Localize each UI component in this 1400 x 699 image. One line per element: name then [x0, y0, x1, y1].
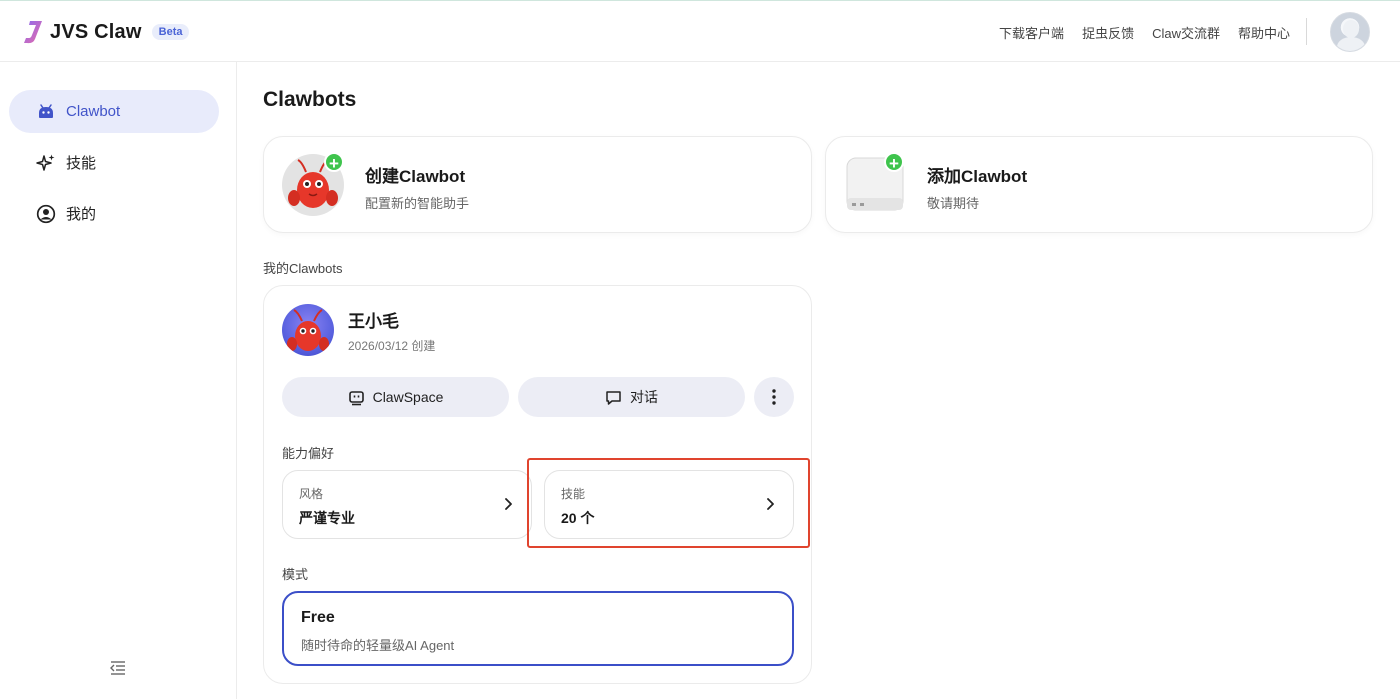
main-content: Clawbots + 创建Clawbot 配置新的智能助手 + 添加Clawbo…	[237, 62, 1400, 699]
user-avatar[interactable]	[1330, 12, 1370, 52]
pref-value: 20 个	[561, 510, 595, 526]
clawspace-button[interactable]: ClawSpace	[282, 377, 509, 417]
sidebar-item-skills[interactable]: 技能	[9, 141, 219, 184]
mode-heading: 模式	[282, 567, 309, 582]
mode-description: 随时待命的轻量级AI Agent	[301, 638, 455, 653]
clawbot-card: 王小毛 2026/03/12 创建 ClawSpace 对话 能力偏好 风格 严…	[263, 285, 812, 684]
chevron-right-icon	[505, 498, 512, 510]
app-name: JVS Claw	[50, 20, 142, 43]
bot-avatar[interactable]	[282, 304, 334, 356]
plus-badge-icon: +	[324, 152, 344, 173]
mode-name: Free	[301, 609, 335, 626]
android-robot-icon	[39, 103, 53, 118]
page-title: Clawbots	[263, 88, 357, 111]
collapse-menu-icon[interactable]	[109, 660, 127, 676]
create-clawbot-card[interactable]: + 创建Clawbot 配置新的智能助手	[263, 136, 812, 233]
bot-name: 王小毛	[348, 312, 399, 331]
style-preference-card[interactable]: 风格 严谨专业	[282, 470, 532, 539]
sidebar-item-mine[interactable]: 我的	[9, 192, 219, 235]
sidebar-item-label: Clawbot	[66, 103, 121, 120]
sidebar-item-clawbot[interactable]: Clawbot	[9, 90, 219, 133]
chat-bubble-icon	[606, 390, 621, 405]
my-clawbots-heading: 我的Clawbots	[263, 261, 343, 276]
add-clawbot-card[interactable]: + 添加Clawbot 敬请期待	[825, 136, 1373, 233]
user-circle-icon	[36, 204, 56, 223]
create-card-subtitle: 配置新的智能助手	[365, 196, 470, 211]
sidebar-item-label: 我的	[66, 206, 97, 223]
more-vertical-icon	[772, 389, 776, 405]
sidebar-item-label: 技能	[66, 155, 97, 172]
pref-key: 技能	[561, 487, 586, 501]
more-options-button[interactable]	[754, 377, 794, 417]
top-nav: 下载客户端 捉虫反馈 Claw交流群 帮助中心	[999, 23, 1290, 42]
chevron-right-icon	[767, 498, 774, 510]
nav-community-group[interactable]: Claw交流群	[1152, 23, 1220, 42]
sparkle-icon	[36, 154, 55, 171]
top-bar: JVS Claw Beta 下载客户端 捉虫反馈 Claw交流群 帮助中心	[0, 0, 1400, 62]
add-card-title: 添加Clawbot	[927, 167, 1028, 186]
nav-bug-feedback[interactable]: 捉虫反馈	[1082, 23, 1134, 42]
clawspace-label: ClawSpace	[372, 389, 444, 405]
preferences-heading: 能力偏好	[282, 446, 335, 461]
add-card-subtitle: 敬请期待	[927, 196, 980, 211]
bot-created-date: 2026/03/12 创建	[348, 339, 436, 353]
robot-face-icon	[348, 390, 364, 405]
beta-badge: Beta	[151, 24, 190, 40]
logo-icon	[24, 21, 42, 44]
nav-download-client[interactable]: 下载客户端	[999, 23, 1064, 42]
chat-label: 对话	[630, 389, 658, 405]
nav-divider	[1306, 18, 1307, 45]
pref-value: 严谨专业	[299, 510, 355, 526]
mode-card-free[interactable]: Free 随时待命的轻量级AI Agent	[282, 591, 794, 666]
skills-preference-card[interactable]: 技能 20 个	[544, 470, 794, 539]
sidebar: Clawbot 技能 我的	[0, 62, 237, 699]
chat-button[interactable]: 对话	[518, 377, 745, 417]
pref-key: 风格	[299, 487, 324, 501]
nav-help-center[interactable]: 帮助中心	[1238, 23, 1290, 42]
plus-badge-icon: +	[884, 152, 904, 173]
create-card-title: 创建Clawbot	[365, 167, 466, 186]
app-logo[interactable]: JVS Claw Beta	[22, 19, 190, 45]
